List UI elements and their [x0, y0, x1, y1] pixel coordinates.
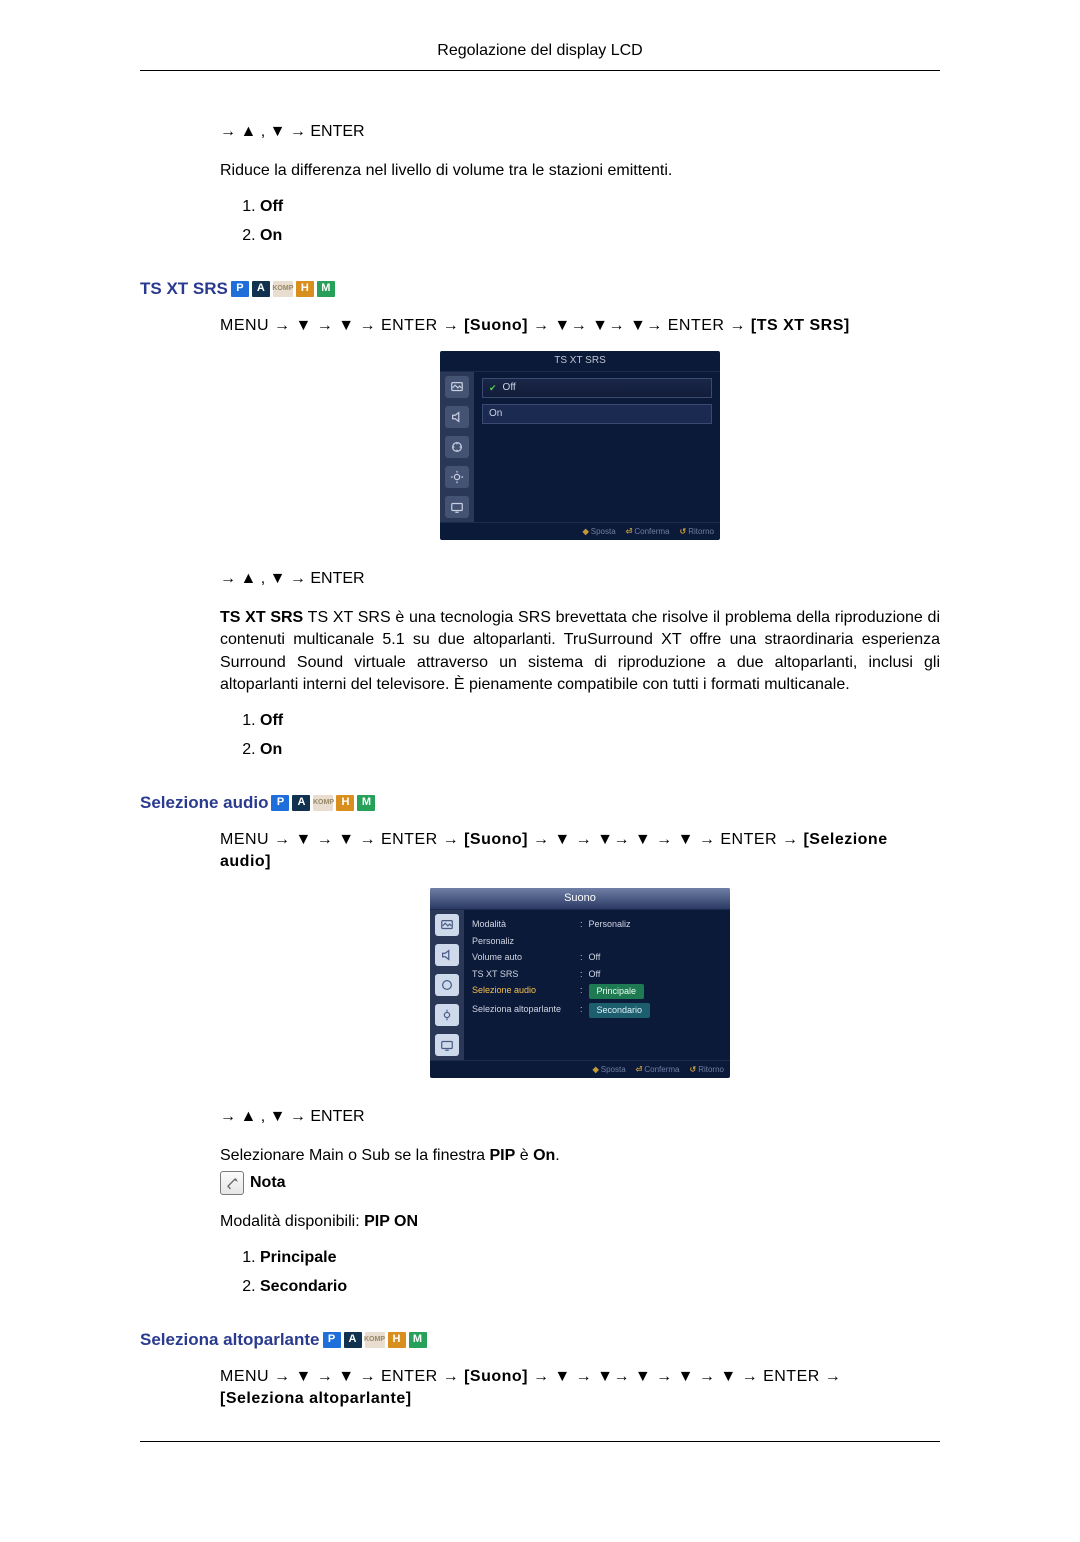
note: Nota [220, 1171, 940, 1195]
badge-komp-icon: KOMP [313, 795, 333, 811]
ts-osd-title: TS XT SRS [440, 351, 720, 372]
badge-m-icon: M [409, 1332, 427, 1348]
selaudio-menu-path: MENU → ▼ → ▼ → ENTER → [Suono] → ▼ → ▼→ … [220, 829, 940, 874]
heading-selezione-audio: Selezione audio P A KOMP H M [140, 791, 940, 815]
volume-auto-description: Riduce la differenza nel livello di volu… [220, 160, 940, 182]
osd-row-ts: TS XT SRS: Off [472, 966, 722, 983]
page: Regolazione del display LCD → ▲ , ▼ → EN… [120, 40, 960, 1502]
osd-sound-icon [445, 406, 469, 428]
badge-p-icon: P [271, 795, 289, 811]
ts-osd-footer: ◆Sposta ⏎Conferma ↺Ritorno [440, 522, 720, 540]
osd-row-modalita: Modalità: Personaliz [472, 916, 722, 933]
selaudio-options: Principale Secondario [220, 1247, 940, 1298]
osd-sound-icon [435, 944, 459, 966]
selaudio-modes: Modalità disponibili: PIP ON [220, 1211, 940, 1233]
heading-ts-xt-srs: TS XT SRS P A KOMP H M [140, 277, 940, 301]
ts-osd-option-off: ✔Off [482, 378, 712, 398]
section-selezione-audio: MENU → ▼ → ▼ → ENTER → [Suono] → ▼ → ▼→ … [220, 829, 940, 1298]
nav-up-down-enter: → ▲ , ▼ → ENTER [220, 121, 940, 143]
heading-text: Selezione audio [140, 791, 268, 815]
osd-spinner-icon [435, 974, 459, 996]
selaudio-osd-panel: Modalità: Personaliz Personaliz Volume a… [464, 910, 730, 1060]
section-ts-xt-srs: MENU → ▼ → ▼ → ENTER → [Suono] → ▼→ ▼→ ▼… [220, 315, 940, 761]
badge-a-icon: A [292, 795, 310, 811]
ts-osd: TS XT SRS ✔Off On ◆Sposta [440, 351, 720, 540]
badge-komp-icon: KOMP [273, 281, 293, 297]
selaudio-osd: Suono Modalità: Personaliz Personaliz Vo… [430, 888, 730, 1079]
selaudio-osd-title: Suono [430, 888, 730, 910]
badge-h-icon: H [296, 281, 314, 297]
badge-h-icon: H [336, 795, 354, 811]
osd-row-volume-auto: Volume auto: Off [472, 949, 722, 966]
ts-osd-screenshot: TS XT SRS ✔Off On ◆Sposta [220, 351, 940, 540]
heading-text: Seleziona altoparlante [140, 1328, 320, 1352]
option-off: Off [260, 196, 940, 218]
badge-p-icon: P [231, 281, 249, 297]
osd-spinner-icon [445, 436, 469, 458]
selaudio-osd-screenshot: Suono Modalità: Personaliz Personaliz Vo… [220, 888, 940, 1079]
option-on: On [260, 739, 940, 761]
ts-osd-option-on: On [482, 404, 712, 424]
selaudio-description: Selezionare Main o Sub se la finestra PI… [220, 1145, 940, 1167]
badge-m-icon: M [317, 281, 335, 297]
nav-up-down-enter: → ▲ , ▼ → ENTER [220, 568, 940, 590]
selaudio-osd-sidebar [430, 910, 464, 1060]
heading-seleziona-altoparlante: Seleziona altoparlante P A KOMP H M [140, 1328, 940, 1352]
volume-auto-options: Off On [220, 196, 940, 247]
osd-settings-icon [445, 466, 469, 488]
option-secondario: Secondario [260, 1276, 940, 1298]
header-divider [140, 70, 940, 71]
selaudio-osd-footer: ◆Sposta ⏎Conferma ↺Ritorno [430, 1060, 730, 1078]
badge-h-icon: H [388, 1332, 406, 1348]
osd-input-icon [435, 1034, 459, 1056]
page-header: Regolazione del display LCD [140, 40, 940, 70]
check-icon: ✔ [489, 382, 497, 395]
note-label: Nota [250, 1172, 286, 1194]
section-volume-auto-continued: → ▲ , ▼ → ENTER Riduce la differenza nel… [220, 121, 940, 247]
osd-settings-icon [435, 1004, 459, 1026]
ts-osd-sidebar [440, 372, 474, 522]
badge-m-icon: M [357, 795, 375, 811]
badge-a-icon: A [252, 281, 270, 297]
option-principale: Principale [260, 1247, 940, 1269]
ts-osd-panel: ✔Off On [474, 372, 720, 522]
osd-row-selezione-audio: Selezione audio: Principale [472, 982, 722, 1001]
nav-up-down-enter: → ▲ , ▼ → ENTER [220, 1106, 940, 1128]
note-icon [220, 1171, 244, 1195]
ts-description: TS XT SRS TS XT SRS è una tecnologia SRS… [220, 607, 940, 697]
option-on: On [260, 225, 940, 247]
section-seleziona-altoparlante: MENU → ▼ → ▼ → ENTER → [Suono] → ▼ → ▼→ … [220, 1366, 940, 1411]
osd-row-personaliz: Personaliz [472, 933, 722, 950]
badge-a-icon: A [344, 1332, 362, 1348]
badge-p-icon: P [323, 1332, 341, 1348]
heading-text: TS XT SRS [140, 277, 228, 301]
badge-komp-icon: KOMP [365, 1332, 385, 1348]
osd-row-seleziona-altoparlante: Seleziona altoparlante: Secondario [472, 1001, 722, 1020]
selalt-menu-path: MENU → ▼ → ▼ → ENTER → [Suono] → ▼ → ▼→ … [220, 1366, 940, 1411]
osd-input-icon [445, 496, 469, 518]
osd-picture-icon [435, 914, 459, 936]
ts-menu-path: MENU → ▼ → ▼ → ENTER → [Suono] → ▼→ ▼→ ▼… [220, 315, 940, 337]
footer-divider [140, 1441, 940, 1442]
ts-options: Off On [220, 710, 940, 761]
osd-picture-icon [445, 376, 469, 398]
option-off: Off [260, 710, 940, 732]
